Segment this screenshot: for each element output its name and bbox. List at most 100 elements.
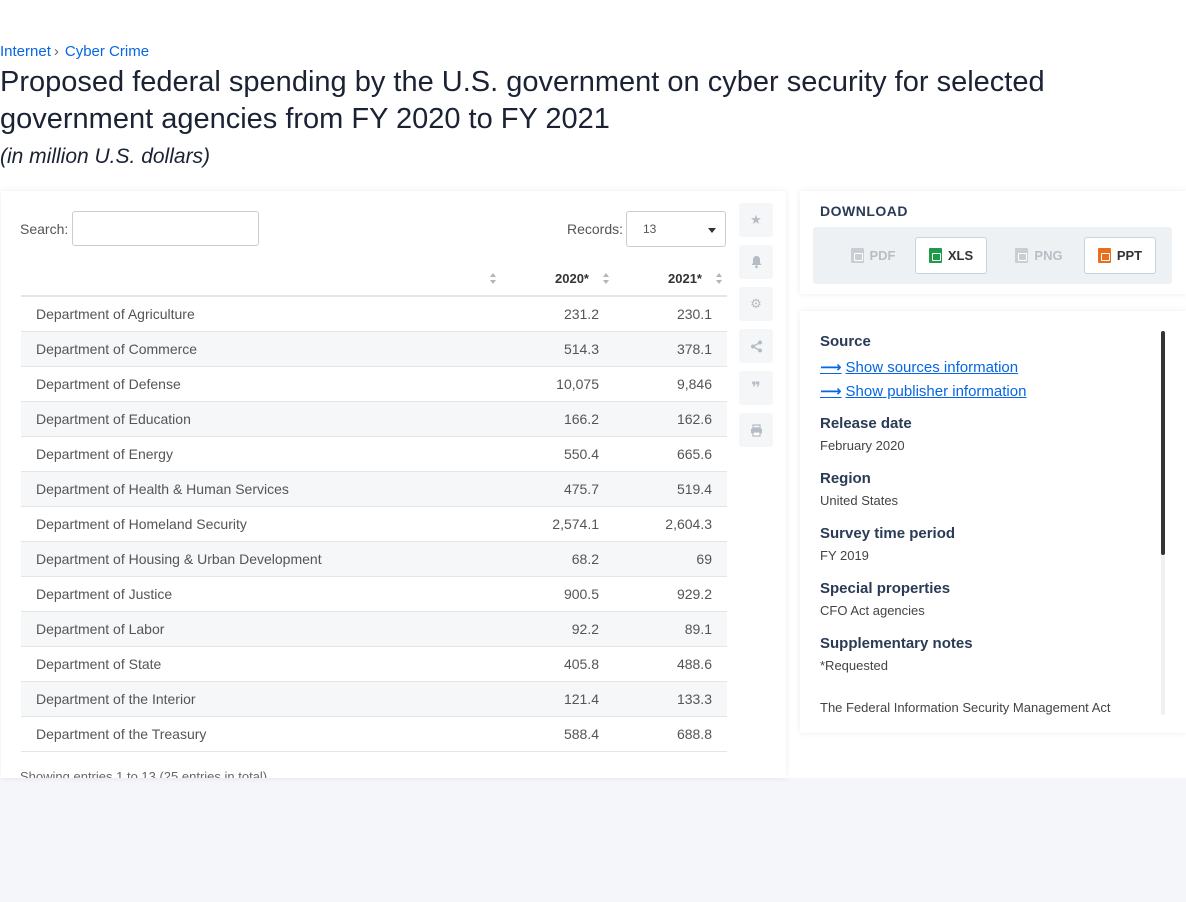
page-background-band	[0, 778, 1186, 902]
breadcrumb: Internet › Cyber Crime	[0, 43, 149, 60]
table-row: Department of the Treasury 588.4 688.8	[21, 716, 727, 752]
region-value: United States	[820, 493, 899, 508]
column-header-2021[interactable]: 2021*	[614, 261, 727, 297]
download-title: DOWNLOAD	[820, 203, 908, 219]
value-2020-cell: 68.2	[501, 541, 614, 577]
agency-name-cell: Department of State	[21, 646, 501, 682]
value-2020-cell: 121.4	[501, 681, 614, 717]
value-2021-cell: 69	[614, 541, 727, 577]
table-body: Department of Agriculture 231.2 230.1 Depar…	[21, 296, 727, 752]
table-row: Department of Homeland Security 2,574.1 2,…	[21, 506, 727, 542]
value-2021-cell: 2,604.3	[614, 506, 727, 542]
entries-info: Showing entries 1 to 13 (25 entries in t…	[20, 769, 268, 778]
value-2020-cell: 10,075	[501, 366, 614, 402]
search-label: Search:	[20, 221, 69, 237]
info-panel: Source ⟶ Show sources information ⟶ Show p…	[800, 311, 1186, 733]
value-2020-cell: 900.5	[501, 576, 614, 612]
show-sources-link[interactable]: ⟶ Show sources information	[820, 358, 1018, 376]
supplementary-note-value: *Requested	[820, 658, 888, 673]
statistic-table-panel: Search: Records: 13 2020* 2021* Departme…	[1, 191, 786, 778]
arrow-right-icon: ⟶	[820, 383, 842, 400]
download-ppt-button[interactable]: PPT	[1084, 237, 1156, 274]
agency-name-cell: Department of Energy	[21, 436, 501, 472]
column-header-2020[interactable]: 2020*	[501, 261, 614, 297]
bell-icon[interactable]	[739, 245, 773, 279]
agency-name-cell: Department of Justice	[21, 576, 501, 612]
agency-name-cell: Department of Housing & Urban Developmen…	[21, 541, 501, 577]
agency-name-cell: Department of Defense	[21, 366, 501, 402]
value-2021-cell: 133.3	[614, 681, 727, 717]
ppt-file-icon	[1097, 248, 1111, 263]
search-input[interactable]	[72, 211, 259, 246]
value-2020-cell: 2,574.1	[501, 506, 614, 542]
sort-icon	[603, 273, 610, 285]
special-properties-heading: Special properties	[820, 580, 951, 597]
value-2020-cell: 588.4	[501, 716, 614, 752]
page-title: Proposed federal spending by the U.S. go…	[0, 66, 1045, 135]
agency-name-cell: Department of Labor	[21, 611, 501, 647]
download-button-bar: PDF XLS PNG PPT	[813, 227, 1172, 284]
value-2020-cell: 475.7	[501, 471, 614, 507]
region-heading: Region	[820, 470, 871, 487]
agency-name-cell: Department of Education	[21, 401, 501, 437]
gear-icon[interactable]: ⚙	[739, 287, 773, 321]
survey-period-value: FY 2019	[820, 548, 869, 563]
release-date-heading: Release date	[820, 415, 912, 432]
share-icon[interactable]	[739, 329, 773, 363]
download-pdf-button[interactable]: PDF	[833, 237, 913, 274]
value-2021-cell: 488.6	[614, 646, 727, 682]
value-2020-cell: 231.2	[501, 296, 614, 332]
survey-period-heading: Survey time period	[820, 525, 956, 542]
breadcrumb-link-internet[interactable]: Internet	[0, 43, 51, 60]
value-2020-cell: 92.2	[501, 611, 614, 647]
info-scrollbar-thumb[interactable]	[1161, 331, 1165, 555]
agency-name-cell: Department of Commerce	[21, 331, 501, 367]
column-header-name[interactable]	[21, 261, 501, 297]
table-row: Department of Agriculture 231.2 230.1	[21, 296, 727, 332]
download-png-button[interactable]: PNG	[999, 237, 1079, 274]
table-row: Department of the Interior 121.4 133.3	[21, 681, 727, 717]
value-2021-cell: 665.6	[614, 436, 727, 472]
records-select-value: 13	[643, 222, 657, 236]
page-subtitle: (in million U.S. dollars)	[0, 145, 211, 168]
table-row: Department of Health & Human Services 475…	[21, 471, 727, 507]
agency-name-cell: Department of the Interior	[21, 681, 501, 717]
download-xls-button[interactable]: XLS	[915, 237, 987, 274]
agency-name-cell: Department of Homeland Security	[21, 506, 501, 542]
value-2021-cell: 929.2	[614, 576, 727, 612]
arrow-right-icon: ⟶	[820, 359, 842, 376]
star-icon[interactable]: ★	[739, 203, 773, 237]
table-row: Department of Defense 10,075 9,846	[21, 366, 727, 402]
value-2020-cell: 166.2	[501, 401, 614, 437]
value-2021-cell: 9,846	[614, 366, 727, 402]
pdf-file-icon	[850, 248, 864, 263]
quote-icon[interactable]: ❞	[739, 371, 773, 405]
value-2021-cell: 230.1	[614, 296, 727, 332]
breadcrumb-link-cyber-crime[interactable]: Cyber Crime	[65, 43, 149, 60]
breadcrumb-separator: ›	[53, 43, 59, 60]
show-publisher-link[interactable]: ⟶ Show publisher information	[820, 382, 1026, 400]
agency-name-cell: Department of the Treasury	[21, 716, 501, 752]
value-2021-cell: 162.6	[614, 401, 727, 437]
download-panel: DOWNLOAD PDF XLS PNG PPT	[800, 191, 1186, 294]
print-icon[interactable]	[739, 413, 773, 447]
records-select[interactable]: 13	[626, 211, 726, 247]
special-properties-value: CFO Act agencies	[820, 603, 925, 618]
supplementary-text: The Federal Information Security Managem…	[820, 700, 1111, 715]
side-toolbar: ★ ⚙ ❞	[739, 203, 773, 455]
table-row: Department of Labor 92.2 89.1	[21, 611, 727, 647]
data-table: 2020* 2021* Department of Agriculture 231…	[21, 261, 727, 752]
value-2020-cell: 550.4	[501, 436, 614, 472]
sort-icon	[716, 273, 723, 285]
table-row: Department of Energy 550.4 665.6	[21, 436, 727, 472]
table-row: Department of State 405.8 488.6	[21, 646, 727, 682]
value-2021-cell: 378.1	[614, 331, 727, 367]
table-row: Department of Housing & Urban Developmen…	[21, 541, 727, 577]
table-row: Department of Justice 900.5 929.2	[21, 576, 727, 612]
sort-icon	[490, 273, 497, 285]
value-2021-cell: 688.8	[614, 716, 727, 752]
value-2020-cell: 405.8	[501, 646, 614, 682]
table-row: Department of Commerce 514.3 378.1	[21, 331, 727, 367]
release-date-value: February 2020	[820, 438, 905, 453]
value-2021-cell: 89.1	[614, 611, 727, 647]
